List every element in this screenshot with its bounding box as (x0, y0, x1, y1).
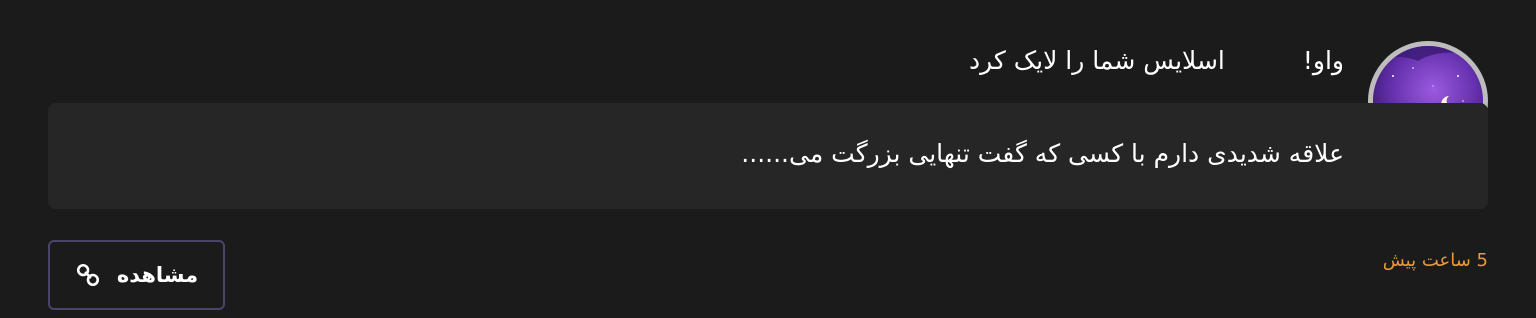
message-text: علاقه شدیدی دارم با کسی که گفت تنهایی بز… (741, 139, 1344, 168)
notification-action-text: اسلایس شما را لایک کرد (968, 46, 1225, 75)
link-icon (76, 263, 99, 287)
notification-time: 5 ساعت پیش (1382, 250, 1488, 271)
view-button[interactable]: مشاهده (48, 240, 225, 310)
notification-header: واو! اسلایس شما را لایک کرد (969, 44, 1344, 78)
view-button-label: مشاهده (116, 263, 199, 287)
message-box: علاقه شدیدی دارم با کسی که گفت تنهایی بز… (48, 103, 1488, 209)
notification-exclamation: واو! (1302, 46, 1344, 75)
